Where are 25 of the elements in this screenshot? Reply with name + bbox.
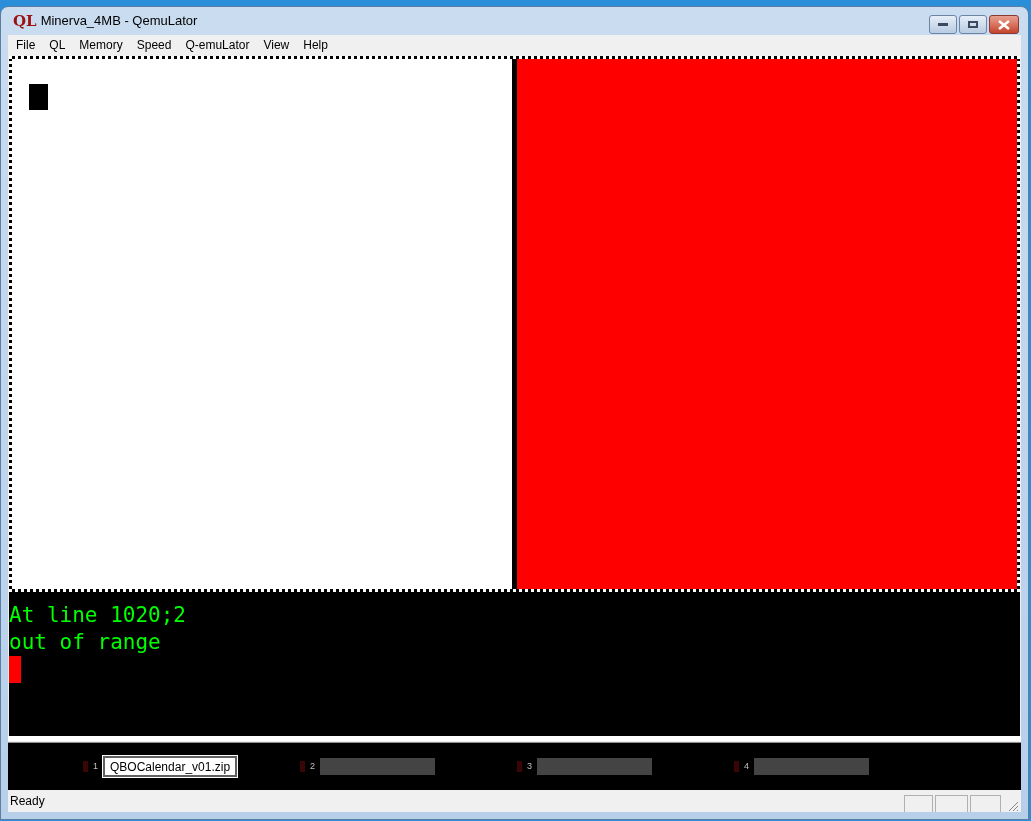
menu-item[interactable]: Q-emuLator xyxy=(179,35,256,54)
maximize-button[interactable] xyxy=(959,15,987,34)
menu-item[interactable]: Memory xyxy=(73,35,129,54)
close-icon xyxy=(998,19,1010,30)
minimize-button[interactable] xyxy=(929,15,957,34)
status-panel xyxy=(904,795,933,812)
menu-item[interactable]: Help xyxy=(297,35,334,54)
menu-item[interactable]: File xyxy=(10,35,42,54)
drive-slot[interactable]: QBOCalendar_v01.zip xyxy=(103,756,238,777)
console-line: out of range xyxy=(9,629,161,656)
window-title: Minerva_4MB - QemuLator xyxy=(40,12,198,31)
status-panel xyxy=(970,795,1001,812)
resize-grip-icon xyxy=(1007,800,1019,812)
status-panel xyxy=(935,795,968,812)
app-logo: QL xyxy=(13,13,37,29)
drive-number: 1 xyxy=(93,759,98,773)
console-line: At line 1020;2 xyxy=(9,602,186,629)
menu-item[interactable]: QL xyxy=(43,35,72,54)
drive-number: 2 xyxy=(310,759,315,773)
drive-number: 3 xyxy=(527,759,532,773)
close-button[interactable] xyxy=(989,15,1019,34)
status-text: Ready xyxy=(10,793,45,810)
drive-number: 4 xyxy=(744,759,749,773)
menu-item[interactable]: View xyxy=(257,35,296,54)
menu-item[interactable]: Speed xyxy=(130,35,178,54)
